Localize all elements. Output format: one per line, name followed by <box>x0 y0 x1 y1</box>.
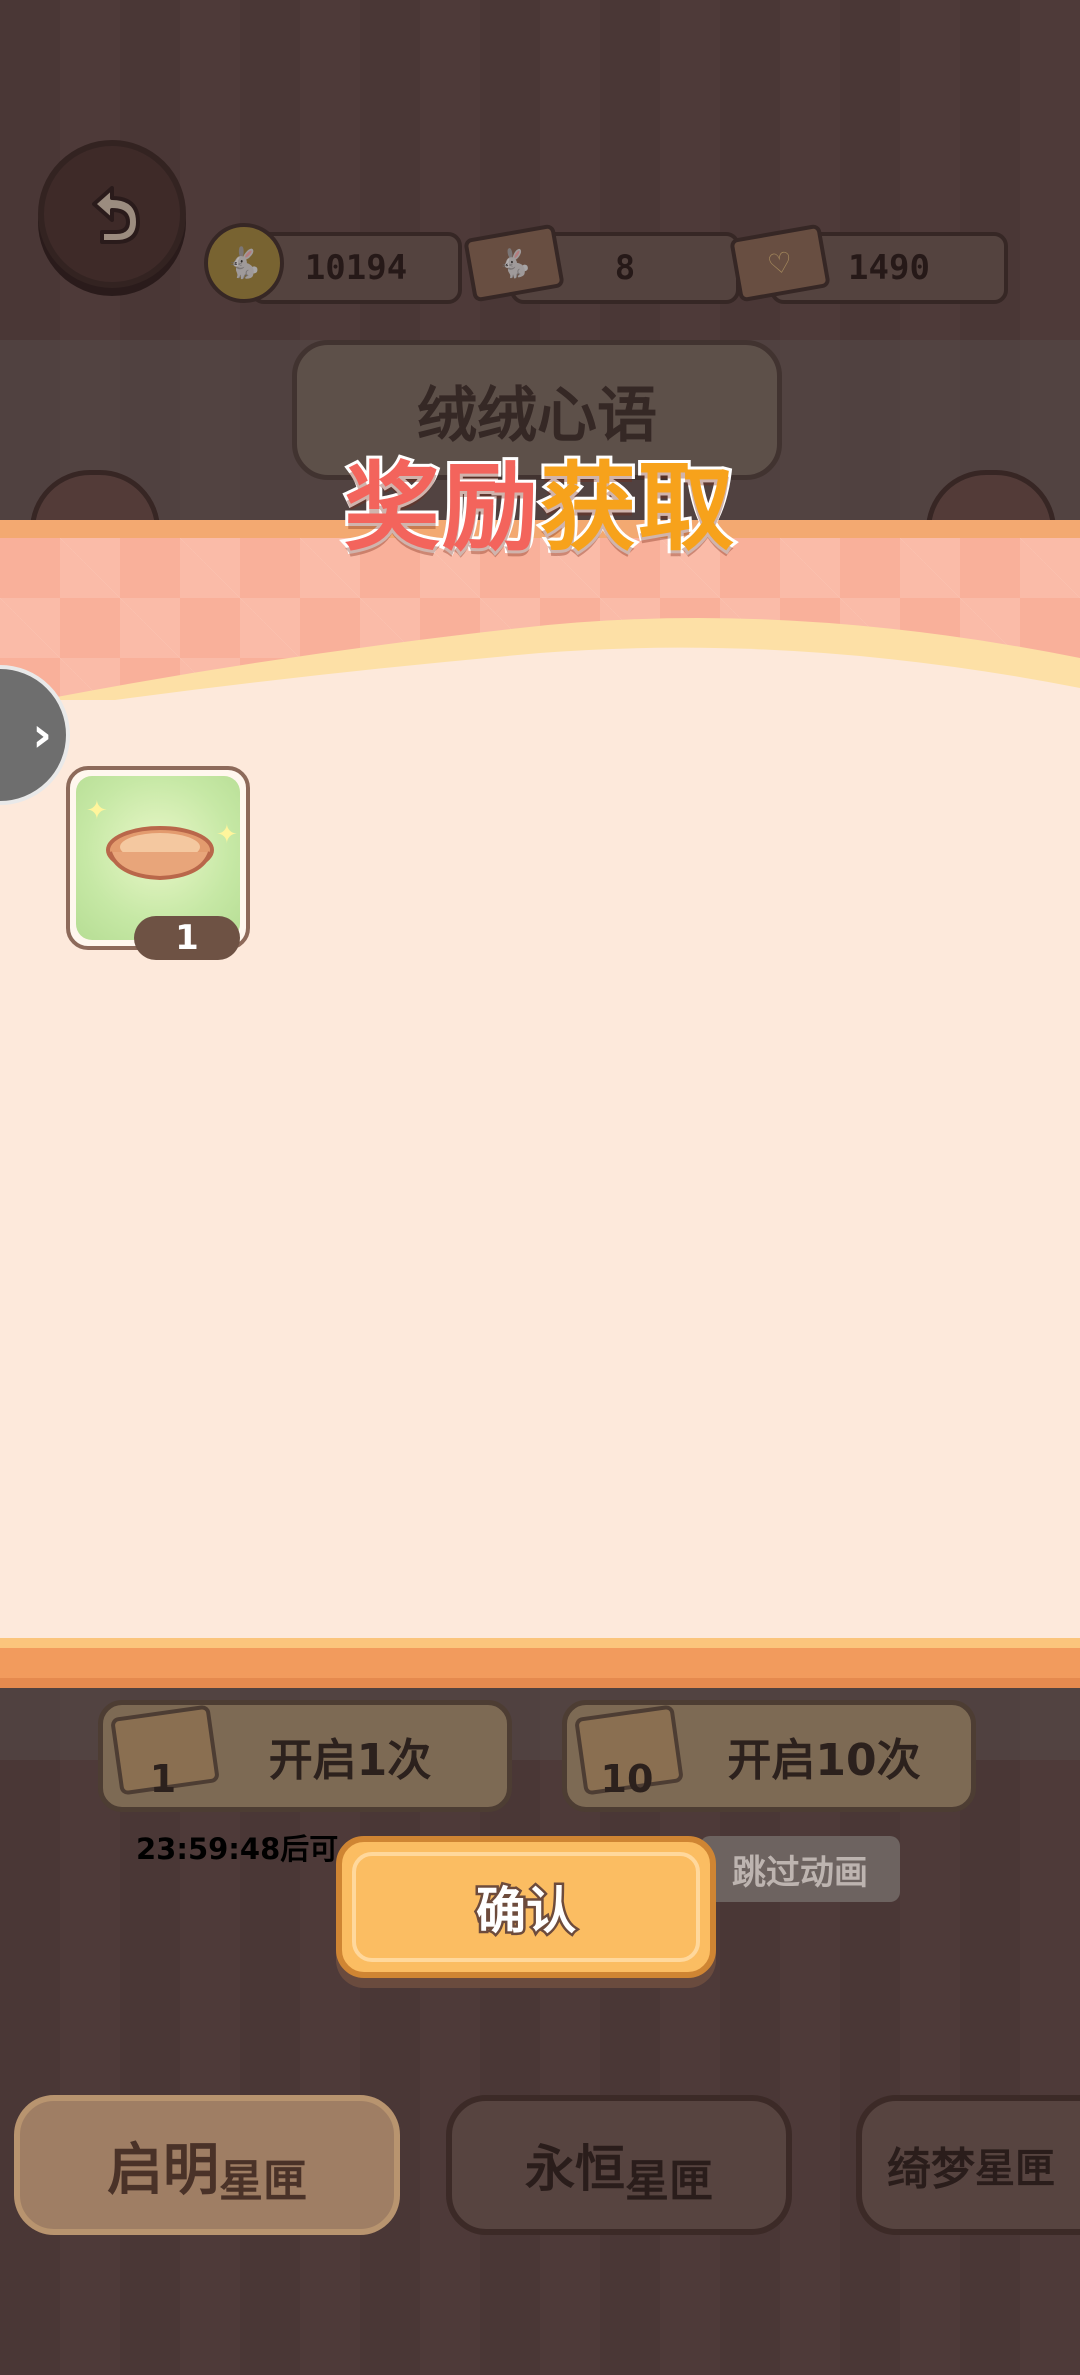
tab-yongheng[interactable]: 永恒 星匣 <box>446 2095 792 2235</box>
modal-bottom-border <box>0 1638 1080 1648</box>
skip-animation-toggle[interactable]: 跳过动画 <box>700 1836 900 1902</box>
tab-qiming[interactable]: 启明 星匣 <box>14 2095 400 2235</box>
reward-count-badge: 1 <box>134 916 240 960</box>
open-once-button[interactable]: 1 开启1次 <box>98 1700 512 1812</box>
pie-crust-icon <box>106 826 214 881</box>
open-ten-button[interactable]: 10 开启10次 <box>562 1700 976 1812</box>
chevron-right-icon: › <box>32 707 52 763</box>
cooldown-timer: 23:59:48后可 <box>136 1832 339 1866</box>
modal-title: 奖励获取 <box>341 449 737 567</box>
modal-bottom-border <box>0 1648 1080 1678</box>
confirm-button[interactable]: 确认 <box>336 1836 716 1978</box>
tab-qimeng[interactable]: 绮梦 星匣 <box>856 2095 1080 2235</box>
modal-bottom-border <box>0 1678 1080 1688</box>
